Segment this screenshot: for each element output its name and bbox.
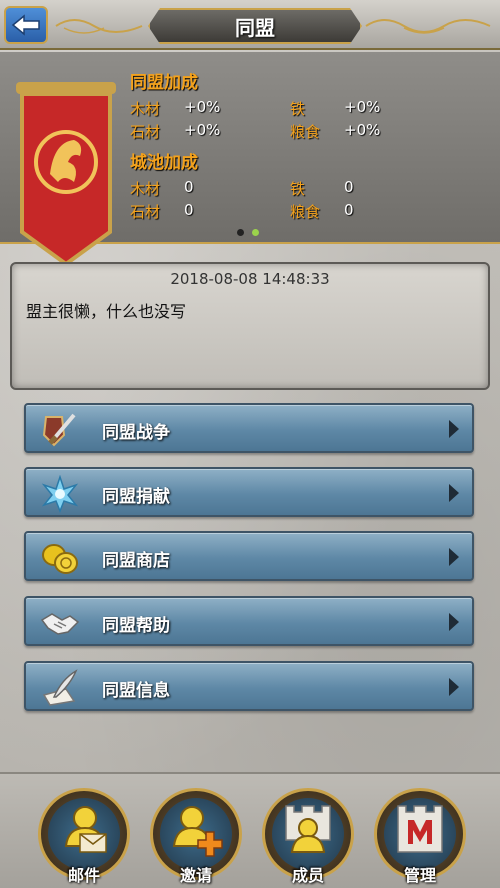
- alliance-bonus-title: 同盟加成: [130, 73, 198, 93]
- donate-icon: [41, 475, 79, 513]
- menu-alliance-info[interactable]: 同盟信息: [24, 661, 474, 711]
- alliance-bonus-wood-value: +0%: [184, 98, 221, 116]
- alliance-bonus-iron-value: +0%: [344, 98, 381, 116]
- city-bonus-wood-value: 0: [184, 178, 194, 196]
- notice-text: 盟主很懒，什么也没写: [26, 302, 187, 321]
- menu-alliance-help[interactable]: 同盟帮助: [24, 596, 474, 646]
- handshake-icon: [40, 613, 80, 635]
- menu-label: 同盟帮助: [102, 616, 170, 636]
- page-indicator: [237, 229, 259, 236]
- bottom-nav: 邮件 邀请 成员 管理: [0, 772, 500, 888]
- mail-icon: [64, 806, 107, 853]
- menu-label: 同盟捐献: [102, 487, 170, 507]
- city-bonus-iron-value: 0: [344, 178, 354, 196]
- page-dot-1[interactable]: [237, 229, 244, 236]
- shop-icon: [42, 544, 78, 574]
- menu-label: 同盟战争: [102, 423, 170, 443]
- city-bonus-wood-label: 木材: [130, 180, 161, 198]
- invite-icon: [172, 806, 223, 857]
- alliance-bonus-stone-value: +0%: [184, 121, 221, 139]
- alliance-notice-panel: 2018-08-08 14:48:33 盟主很懒，什么也没写: [10, 262, 490, 390]
- title-plate: 同盟: [148, 8, 362, 44]
- menu-alliance-shop[interactable]: 同盟商店: [24, 531, 474, 581]
- war-icon: [42, 413, 76, 447]
- menu-label: 同盟信息: [102, 681, 170, 701]
- notice-timestamp: 2018-08-08 14:48:33: [170, 270, 330, 288]
- alliance-bonus-food-value: +0%: [344, 121, 381, 139]
- header-bar: 同盟: [0, 0, 500, 50]
- menu-label: 同盟商店: [102, 551, 170, 571]
- manage-button[interactable]: 管理: [374, 788, 466, 885]
- header-left-ornament: [55, 19, 143, 34]
- alliance-bonus-stone-label: 石材: [130, 123, 161, 141]
- header-right-ornament: [365, 19, 491, 34]
- menu-alliance-war[interactable]: 同盟战争: [24, 403, 474, 453]
- alliance-bonus-iron-label: 铁: [290, 100, 306, 118]
- menu-alliance-donate[interactable]: 同盟捐献: [24, 467, 474, 517]
- city-bonus-stone-label: 石材: [130, 203, 161, 221]
- bonus-panel: 同盟加成 木材 +0% 石材 +0% 铁 +0% 粮食 +0% 城池加成 木材 …: [0, 52, 500, 267]
- bottom-label: 邮件: [67, 866, 100, 885]
- chevron-right-icon: [449, 548, 459, 566]
- city-bonus-title: 城池加成: [130, 153, 198, 173]
- chevron-right-icon: [449, 420, 459, 438]
- back-arrow-icon: [11, 14, 40, 36]
- back-button[interactable]: [4, 6, 48, 44]
- mail-button[interactable]: 邮件: [38, 788, 130, 885]
- bottom-label: 管理: [403, 866, 436, 885]
- manage-icon: [397, 805, 443, 853]
- city-bonus-food-value: 0: [344, 201, 354, 219]
- chevron-right-icon: [449, 613, 459, 631]
- alliance-bonus-wood-label: 木材: [130, 100, 161, 118]
- city-bonus-iron-label: 铁: [290, 180, 306, 198]
- alliance-banner-icon: [16, 82, 116, 267]
- bottom-label: 成员: [291, 866, 324, 885]
- bottom-label: 邀请: [179, 866, 212, 885]
- page-dot-2[interactable]: [252, 229, 259, 236]
- invite-button[interactable]: 邀请: [150, 788, 242, 885]
- chevron-right-icon: [449, 678, 459, 696]
- quill-icon: [42, 669, 78, 706]
- city-bonus-stone-value: 0: [184, 201, 194, 219]
- chevron-right-icon: [449, 484, 459, 502]
- alliance-bonus-food-label: 粮食: [290, 123, 321, 141]
- members-icon: [285, 805, 331, 853]
- city-bonus-food-label: 粮食: [290, 203, 321, 221]
- members-button[interactable]: 成员: [262, 788, 354, 885]
- page-title: 同盟: [235, 15, 275, 40]
